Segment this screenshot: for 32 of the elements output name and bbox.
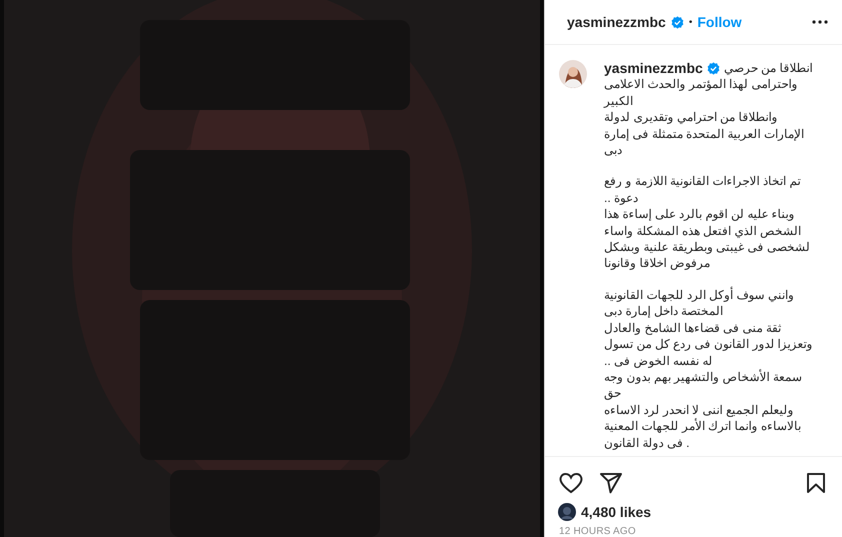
caption-text: بالاساءه وانما اترك الأمر للجهات المعنية — [604, 418, 801, 435]
caption-text: وتعزيزا لدور القانون فى ردع كل من تسول — [604, 336, 813, 352]
caption-text: واحترامى لهذا المؤتمر والحدث الاعلامى — [604, 76, 798, 93]
separator-dot: • — [688, 16, 692, 28]
share-paper-plane-icon[interactable] — [599, 471, 623, 495]
avatar-icon[interactable] — [559, 60, 587, 88]
like-heart-icon[interactable] — [559, 471, 583, 495]
caption-text: مرفوض اخلاقا وقانونا — [604, 255, 710, 272]
caption-text: الكبير — [604, 92, 633, 110]
avatar-icon[interactable] — [558, 503, 576, 521]
caption-text: تم اتخاذ الاجراءات القانونية اللازمة و رفع — [604, 173, 800, 190]
caption-text: الشخص الذي افتعل هذه المشكلة واساء — [604, 222, 801, 240]
caption-text: .. دعوة — [604, 190, 638, 206]
caption-text: المختصة داخل إمارة دبى — [604, 303, 724, 320]
likes-count[interactable]: 4,480 likes — [581, 504, 652, 520]
caption-text: وانني سوف أوكل الرد للجهات القانونية — [604, 286, 794, 304]
caption-text: .. له نفسه الخوض فى — [604, 352, 712, 369]
caption-text: وبناء عليه لن اقوم بالرد على إساءة هذا — [604, 206, 795, 223]
caption-text: دبى — [604, 142, 622, 158]
caption-text: لشخصى فى غيبتى وبطريقة علنية وبشكل — [604, 239, 810, 256]
caption-text: وليعلم الجميع اننى لا انحدر لرد الاساءه — [604, 402, 794, 418]
caption-text: فى دولة القانون . — [604, 434, 690, 451]
caption-username[interactable]: yasminezzmbc — [604, 60, 703, 76]
caption-text: الإمارات العربية المتحدة متمثلة فى إمارة — [604, 126, 804, 142]
bookmark-icon[interactable] — [804, 471, 828, 495]
more-options-icon[interactable] — [812, 20, 828, 24]
caption-text: ثقة منى فى قضاءها الشامخ والعادل — [604, 320, 781, 336]
username[interactable]: yasminezzmbc — [567, 14, 666, 30]
caption-text: انطلاقا من حرصي — [724, 60, 813, 76]
caption-text: وانطلاقا من احترامي وتقديرى لدولة — [604, 109, 778, 126]
caption-text: حق — [604, 385, 621, 402]
caption-text: سمعة الأشخاص والتشهير بهم بدون وجه — [604, 368, 802, 386]
